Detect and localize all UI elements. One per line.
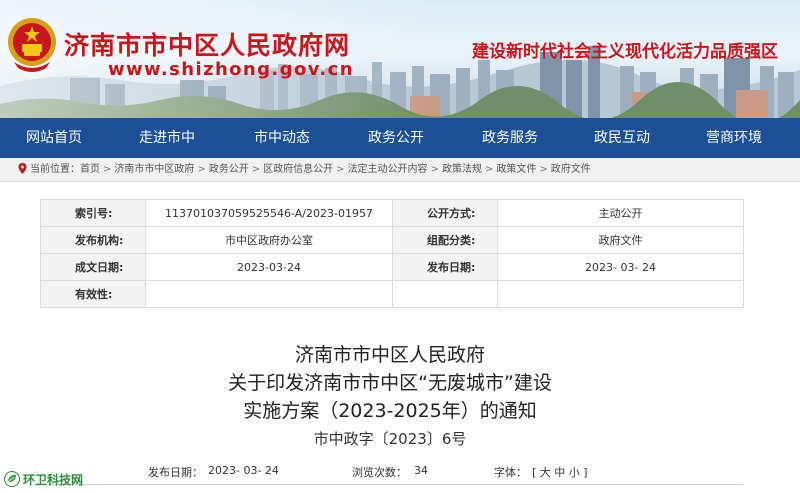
written-date-label: 成文日期:: [40, 253, 146, 281]
publish-date-meta-label: 发布日期：: [148, 466, 203, 479]
breadcrumb-separator: >: [251, 164, 261, 175]
disclosure-method-label: 公开方式:: [392, 199, 498, 227]
site-url[interactable]: www.shizhong.gov.cn: [108, 59, 354, 80]
breadcrumb-item[interactable]: 区政府信息公开: [263, 164, 333, 175]
main-nav: 网站首页 走进市中 市中动态 政务公开 政务服务 政民互动 营商环境: [0, 118, 800, 158]
nav-item-interaction[interactable]: 政民互动: [566, 118, 678, 158]
nav-item-home[interactable]: 网站首页: [0, 118, 108, 158]
validity-label: 有效性:: [40, 280, 146, 308]
breadcrumb-separator: >: [484, 164, 494, 175]
table-row: 索引号: 113701037059525546-A/2023-01957 公开方…: [40, 199, 744, 227]
breadcrumb-item[interactable]: 首页: [80, 164, 100, 175]
nav-item-business[interactable]: 营商环境: [678, 118, 790, 158]
leaf-logo-icon: [4, 471, 20, 487]
document-info-table: 索引号: 113701037059525546-A/2023-01957 公开方…: [40, 199, 744, 308]
publish-date-value: 2023- 03- 24: [497, 253, 744, 281]
table-row: 有效性:: [40, 280, 744, 308]
nav-item-services[interactable]: 政务服务: [454, 118, 566, 158]
breadcrumb-item[interactable]: 法定主动公开内容: [348, 164, 428, 175]
site-title[interactable]: 济南市市中区人民政府网: [64, 26, 350, 62]
view-count-label: 浏览次数：: [352, 466, 407, 479]
document-title-line: 实施方案（2023-2025年）的通知: [243, 400, 537, 422]
breadcrumb-separator: >: [197, 164, 206, 175]
issuing-agency-label: 发布机构:: [40, 226, 146, 254]
font-size-label: 字体：: [494, 466, 527, 479]
breadcrumb-prefix: 当前位置：: [30, 164, 80, 175]
watermark-text: 环卫科技网: [23, 473, 84, 487]
national-emblem: [8, 18, 56, 72]
document-meta-bar: 发布日期： 2023- 03- 24 浏览次数： 34 字体： [ 大 中 小 …: [40, 461, 743, 485]
breadcrumb-item[interactable]: 政务公开: [209, 164, 249, 175]
empty-cell: [392, 280, 498, 308]
nav-item-news[interactable]: 市中动态: [226, 118, 338, 158]
font-size-control[interactable]: [ 大 中 小 ]: [532, 464, 588, 480]
written-date-value: 2023-03-24: [145, 253, 393, 281]
document-title-line: 济南市市中区人民政府: [294, 344, 485, 366]
nav-item-open-gov[interactable]: 政务公开: [338, 118, 454, 158]
empty-cell: [497, 280, 744, 308]
breadcrumb-separator: >: [336, 164, 345, 175]
breadcrumb: 当前位置：首页 > 济南市市中区政府 > 政务公开 > 区政府信息公开 > 法定主动公开内容 > 政…: [0, 158, 800, 182]
table-row: 发布机构: 市中区政府办公室 组配分类: 政府文件: [40, 226, 744, 254]
publish-date-meta-value: 2023- 03- 24: [208, 464, 279, 477]
breadcrumb-item[interactable]: 政策法规: [442, 164, 482, 175]
disclosure-method-value: 主动公开: [497, 199, 744, 227]
nav-item-about[interactable]: 走进市中: [108, 118, 226, 158]
breadcrumb-item[interactable]: 政策文件: [496, 164, 536, 175]
breadcrumb-separator: >: [539, 164, 548, 175]
view-count-value: 34: [414, 464, 428, 477]
category-label: 组配分类:: [392, 226, 498, 254]
breadcrumb-item[interactable]: 济南市市中区政府: [114, 164, 194, 175]
breadcrumb-separator: >: [430, 164, 439, 175]
index-number-label: 索引号:: [40, 199, 146, 227]
category-value: 政府文件: [497, 226, 744, 254]
breadcrumb-item[interactable]: 政府文件: [551, 164, 591, 175]
location-pin-icon: [18, 163, 27, 174]
site-banner: 济南市市中区人民政府网 www.shizhong.gov.cn 建设新时代社会主…: [0, 0, 800, 118]
document-title-line: 关于印发济南市市中区“无废城市”建设: [228, 372, 552, 394]
site-slogan: 建设新时代社会主义现代化活力品质强区: [472, 42, 778, 62]
breadcrumb-separator: >: [103, 164, 112, 175]
index-number-value: 113701037059525546-A/2023-01957: [145, 199, 393, 227]
publish-date-label: 发布日期:: [392, 253, 498, 281]
issuing-agency-value: 市中区政府办公室: [145, 226, 393, 254]
watermark: 环卫科技网: [4, 471, 83, 491]
table-row: 成文日期: 2023-03-24 发布日期: 2023- 03- 24: [40, 253, 744, 281]
validity-value: [145, 280, 393, 308]
document-number: 市中政字〔2023〕6号: [313, 430, 467, 448]
